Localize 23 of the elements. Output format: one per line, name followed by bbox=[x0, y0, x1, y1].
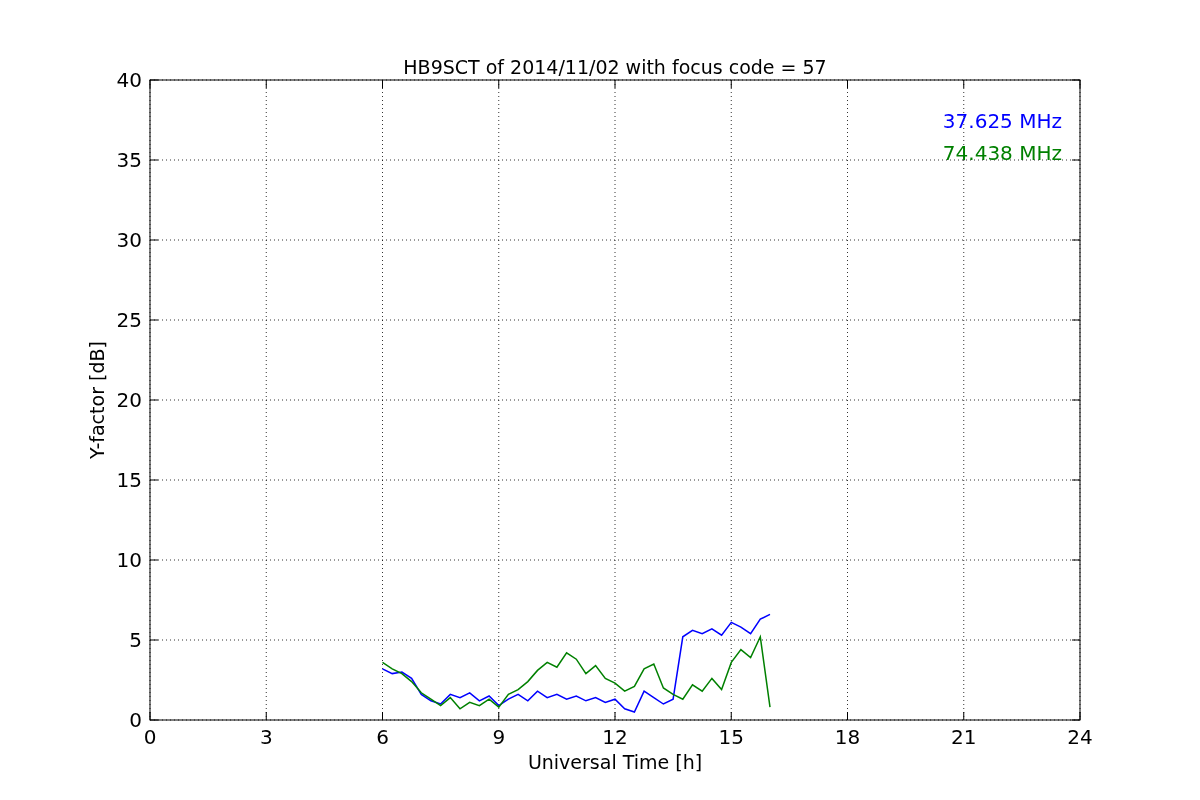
tick-label: 0 bbox=[143, 725, 157, 749]
tick-label: 20 bbox=[116, 388, 142, 412]
tick-label: 21 bbox=[951, 725, 977, 749]
x-axis-label: Universal Time [h] bbox=[527, 751, 703, 773]
tick-label: 25 bbox=[116, 308, 142, 332]
tick-label: 15 bbox=[718, 725, 744, 749]
tick-label: 12 bbox=[602, 725, 628, 749]
tick-label: 40 bbox=[116, 68, 142, 92]
legend-label: 74.438 MHz bbox=[942, 141, 1062, 165]
legend-label: 37.625 MHz bbox=[942, 109, 1062, 133]
tick-label: 24 bbox=[1067, 725, 1093, 749]
tick-label: 18 bbox=[834, 725, 861, 749]
chart-title: HB9SCT of 2014/11/02 with focus code = 57 bbox=[403, 56, 827, 78]
tick-label: 10 bbox=[116, 548, 142, 572]
tick-label: 15 bbox=[116, 468, 142, 492]
y-axis-label: Y-factor [dB] bbox=[86, 341, 108, 459]
tick-label: 6 bbox=[376, 725, 389, 749]
tick-label: 35 bbox=[116, 148, 142, 172]
tick-label: 9 bbox=[492, 725, 506, 749]
tick-label: 5 bbox=[129, 628, 142, 652]
tick-label: 3 bbox=[259, 725, 273, 749]
tick-label: 30 bbox=[116, 228, 142, 252]
tick-label: 0 bbox=[129, 708, 142, 732]
